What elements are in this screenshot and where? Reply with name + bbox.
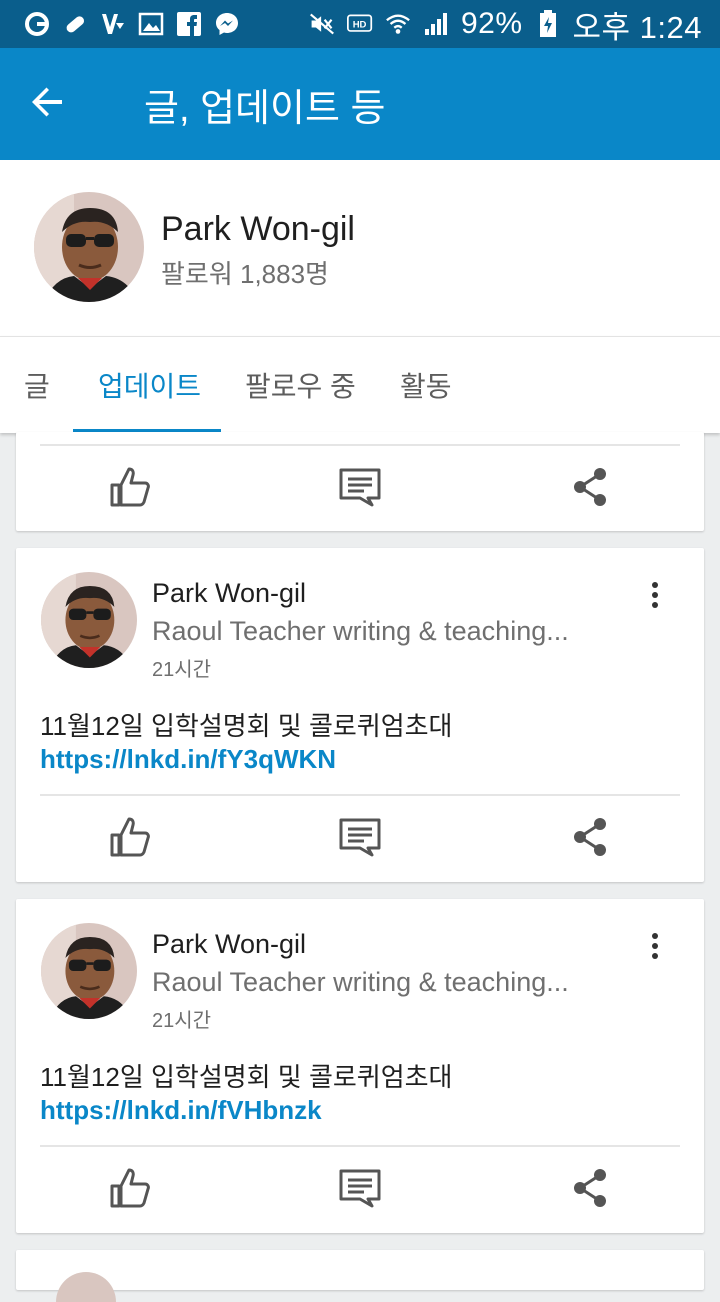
facebook-icon <box>176 11 202 37</box>
post-card: Park Won-gil Raoul Teacher writing & tea… <box>16 548 704 882</box>
comment-icon <box>338 1166 382 1215</box>
status-bar: HD 92% 오후 1:24 <box>0 0 720 48</box>
gallery-icon <box>138 11 164 37</box>
share-icon <box>568 815 612 864</box>
share-button[interactable] <box>560 446 620 532</box>
comment-button[interactable] <box>330 1147 390 1233</box>
post-actions <box>16 446 704 532</box>
battery-percent: 92% <box>460 7 523 40</box>
svg-text:HD: HD <box>353 19 367 30</box>
post-actions <box>16 1147 704 1233</box>
arrow-left-icon <box>30 84 66 125</box>
tab-posts[interactable]: 글 <box>24 337 50 433</box>
comment-icon <box>338 465 382 514</box>
post-link[interactable]: https://lnkd.in/fVHbnzk <box>40 1095 322 1125</box>
post-author[interactable]: Park Won-gil <box>152 929 306 960</box>
share-button[interactable] <box>560 1147 620 1233</box>
share-icon <box>568 465 612 514</box>
post-body: 11월12일 입학설명회 및 콜로퀴엄초대 https://lnkd.in/fV… <box>40 1061 690 1127</box>
app-bar: 글, 업데이트 등 <box>0 48 720 160</box>
like-button[interactable] <box>100 796 160 882</box>
tab-bar: 글 업데이트 팔로우 중 활동 <box>0 336 720 433</box>
avatar[interactable] <box>34 192 144 302</box>
signal-icon <box>423 11 449 37</box>
follower-count: 팔로워 1,883명 <box>161 259 329 289</box>
more-vertical-icon <box>651 932 659 965</box>
like-button[interactable] <box>100 446 160 532</box>
avatar[interactable] <box>41 572 137 668</box>
comment-icon <box>338 815 382 864</box>
hd-icon: HD <box>346 11 373 37</box>
v-icon <box>100 11 126 37</box>
profile-header: Park Won-gil 팔로워 1,883명 <box>0 160 720 336</box>
post-card-partial <box>16 1250 704 1302</box>
post-headline: Raoul Teacher writing & teaching... <box>152 967 569 997</box>
tab-updates[interactable]: 업데이트 <box>98 337 201 433</box>
pill-icon <box>62 11 88 37</box>
thumbs-up-icon <box>108 465 152 514</box>
tab-following[interactable]: 팔로우 중 <box>245 337 356 433</box>
like-button[interactable] <box>100 1147 160 1233</box>
tab-activity[interactable]: 활동 <box>400 337 452 433</box>
post-actions <box>16 796 704 882</box>
comment-button[interactable] <box>330 796 390 882</box>
more-vertical-icon <box>651 581 659 614</box>
post-timestamp: 21시간 <box>152 1010 212 1032</box>
post-text: 11월12일 입학설명회 및 콜로퀴엄초대 <box>40 711 453 741</box>
battery-icon <box>535 10 561 37</box>
page-title: 글, 업데이트 등 <box>144 87 386 130</box>
post-link[interactable]: https://lnkd.in/fY3qWKN <box>40 744 336 774</box>
more-options-button[interactable] <box>640 932 670 965</box>
share-icon <box>568 1166 612 1215</box>
post-text: 11월12일 입학설명회 및 콜로퀴엄초대 <box>40 1062 453 1092</box>
post-body: 11월12일 입학설명회 및 콜로퀴엄초대 https://lnkd.in/fY… <box>40 710 690 776</box>
more-options-button[interactable] <box>640 581 670 614</box>
profile-name: Park Won-gil <box>161 210 355 248</box>
post-card-partial <box>16 432 704 531</box>
wifi-icon <box>385 11 411 37</box>
share-button[interactable] <box>560 796 620 882</box>
messenger-icon <box>214 11 240 37</box>
avatar[interactable] <box>41 923 137 1019</box>
post-card: Park Won-gil Raoul Teacher writing & tea… <box>16 899 704 1233</box>
thumbs-up-icon <box>108 815 152 864</box>
clock: 오후 1:24 <box>572 9 702 45</box>
post-headline: Raoul Teacher writing & teaching... <box>152 616 569 646</box>
avatar[interactable] <box>56 1272 116 1302</box>
mute-icon <box>309 11 335 37</box>
thumbs-up-icon <box>108 1166 152 1215</box>
comment-button[interactable] <box>330 446 390 532</box>
post-author[interactable]: Park Won-gil <box>152 578 306 609</box>
post-timestamp: 21시간 <box>152 659 212 681</box>
back-button[interactable] <box>0 48 96 160</box>
g-icon <box>24 11 50 37</box>
